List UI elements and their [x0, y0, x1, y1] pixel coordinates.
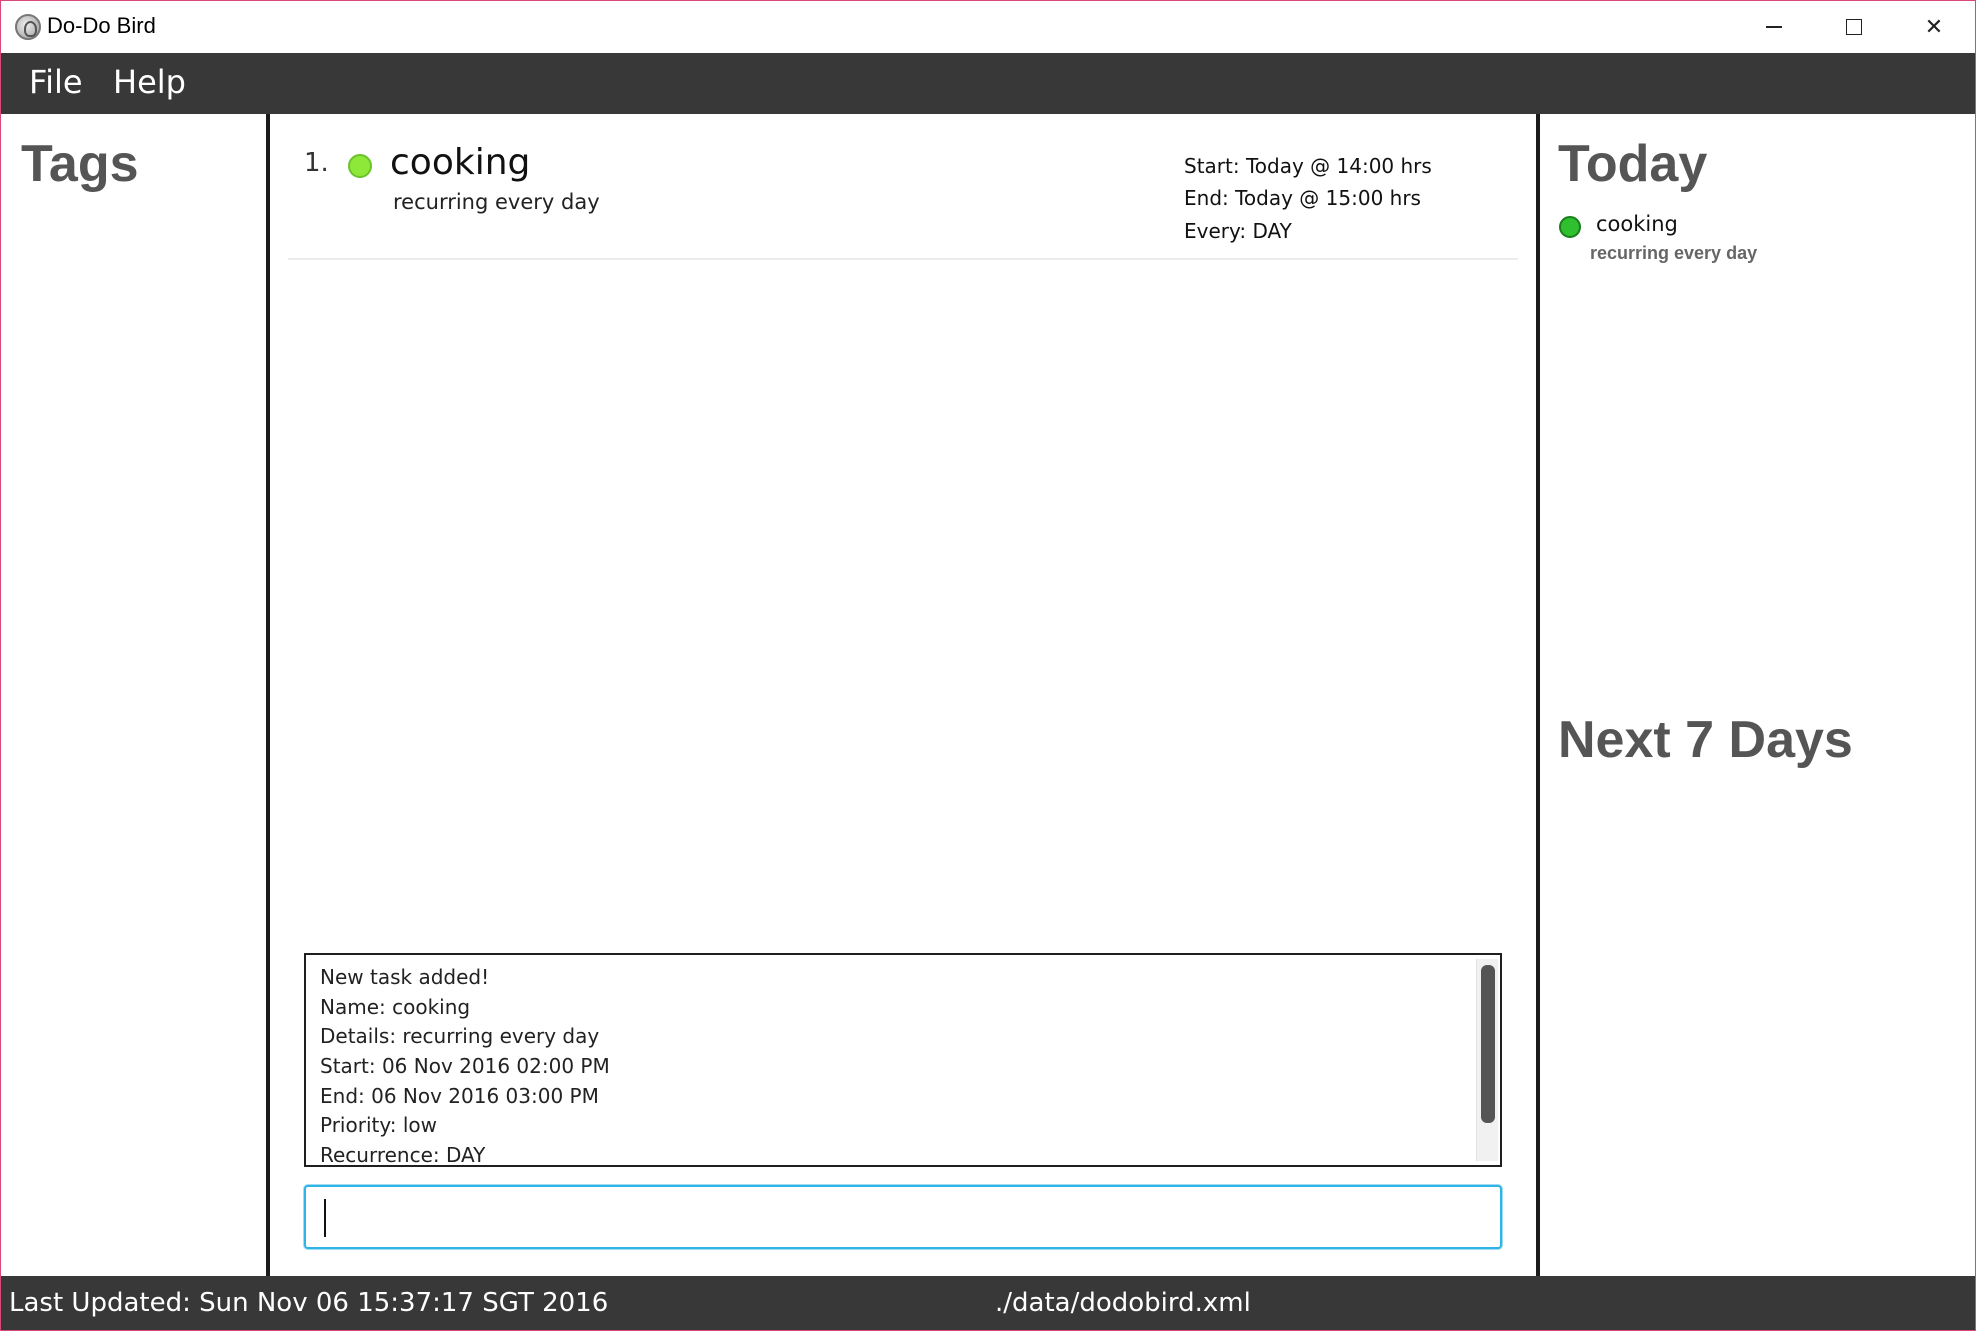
result-line: New task added!: [320, 965, 490, 989]
task-card[interactable]: 1. cooking recurring every day Start: To…: [288, 114, 1518, 260]
maximize-button[interactable]: [1814, 1, 1894, 53]
result-line: Recurrence: DAY: [320, 1143, 486, 1167]
priority-indicator-icon: [348, 154, 372, 178]
task-index: 1.: [304, 148, 329, 178]
menu-bar: File Help: [1, 53, 1975, 114]
maximize-icon: [1846, 19, 1862, 35]
scrollbar-thumb[interactable]: [1481, 965, 1495, 1123]
task-recurrence: Every: DAY: [1184, 219, 1292, 243]
today-item-status-icon: [1559, 216, 1581, 238]
today-heading: Today: [1558, 135, 1708, 193]
save-location-status: ./data/dodobird.xml: [995, 1288, 1251, 1318]
result-line: Name: cooking: [320, 994, 471, 1019]
menu-file[interactable]: File: [29, 63, 83, 101]
next-7-days-heading: Next 7 Days: [1558, 711, 1853, 769]
menu-help[interactable]: Help: [113, 63, 186, 101]
agenda-panel: Today cooking recurring every day Next 7…: [1540, 114, 1975, 1276]
result-line: Start: 06 Nov 2016 02:00 PM: [320, 1054, 610, 1079]
text-caret: [324, 1199, 326, 1237]
status-bar: Last Updated: Sun Nov 06 15:37:17 SGT 20…: [1, 1276, 1975, 1330]
tags-heading: Tags: [21, 135, 139, 193]
task-details: recurring every day: [393, 190, 600, 214]
result-line: Details: recurring every day: [320, 1024, 600, 1049]
command-input[interactable]: [304, 1185, 1502, 1249]
task-start: Start: Today @ 14:00 hrs: [1184, 154, 1432, 178]
result-line: Priority: low: [320, 1113, 437, 1138]
title-bar[interactable]: Do-Do Bird ✕: [1, 1, 1975, 53]
close-button[interactable]: ✕: [1894, 1, 1974, 53]
task-name: cooking: [390, 142, 531, 183]
tags-panel: Tags: [1, 114, 266, 1276]
today-item-name[interactable]: cooking: [1596, 212, 1678, 236]
window-title: Do-Do Bird: [47, 13, 156, 38]
result-display[interactable]: New task added! Name: cooking Details: r…: [304, 953, 1502, 1167]
close-icon: ✕: [1924, 14, 1944, 40]
today-item-details: recurring every day: [1590, 243, 1758, 263]
dodo-bird-icon: [15, 14, 41, 40]
task-end: End: Today @ 15:00 hrs: [1184, 186, 1421, 210]
minimize-icon: [1766, 26, 1782, 28]
app-window: Do-Do Bird ✕ File Help Tags 1. cooking r…: [0, 0, 1976, 1331]
result-line: End: 06 Nov 2016 03:00 PM: [320, 1083, 599, 1108]
minimize-button[interactable]: [1734, 1, 1814, 53]
last-updated-status: Last Updated: Sun Nov 06 15:37:17 SGT 20…: [9, 1288, 609, 1318]
result-lines: New task added! Name: cooking Details: r…: [320, 963, 610, 1167]
result-scrollbar[interactable]: [1476, 959, 1498, 1161]
task-list-panel: 1. cooking recurring every day Start: To…: [270, 114, 1536, 1276]
